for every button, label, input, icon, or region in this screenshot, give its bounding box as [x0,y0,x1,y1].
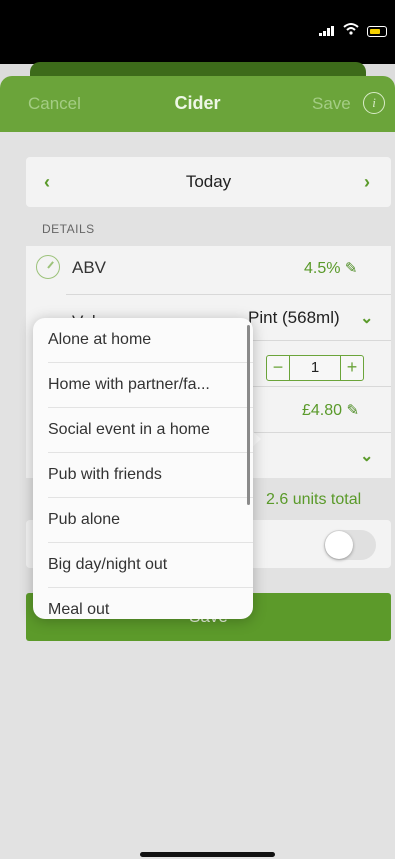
popover-scrollbar[interactable] [247,325,250,505]
pencil-icon: ✎ [344,260,358,277]
chevron-down-icon[interactable]: ⌄ [360,308,373,328]
menu-item[interactable]: Social event in a home [33,408,253,453]
menu-item[interactable]: Meal out [33,588,253,619]
save-nav-button[interactable]: Save [312,94,351,114]
pencil-icon: ✎ [346,402,360,419]
price-text: £4.80 [302,402,343,419]
toggle-knob [325,531,353,559]
volume-value[interactable]: Pint (568ml) [248,308,340,328]
details-section-header: DETAILS [42,222,95,236]
quantity-value: 1 [310,359,320,376]
increment-button[interactable]: + [340,356,363,380]
info-icon[interactable]: i [363,92,385,114]
gauge-icon [36,255,60,279]
status-time: 20:28 [28,18,69,35]
home-indicator[interactable] [140,852,275,857]
quantity-stepper: − 1 + [266,355,364,381]
abv-value-text: 4.5% [304,260,341,277]
menu-item[interactable]: Home with partner/fa... [33,363,253,408]
menu-item[interactable]: Big day/night out [33,543,253,588]
wifi-icon [343,23,359,35]
menu-item[interactable]: Pub alone [33,498,253,543]
back-to-testflight-link[interactable]: ◂ TestFlight [26,37,76,48]
location-popover-menu: Alone at home Home with partner/fa... So… [33,318,253,619]
menu-item[interactable]: Pub with friends [33,453,253,498]
toggle-switch[interactable] [324,530,376,560]
battery-icon [367,26,387,37]
date-label[interactable]: Today [26,172,391,192]
cellular-signal-icon [319,26,334,36]
row-divider [66,294,391,295]
abv-label: ABV [72,258,107,277]
units-total: 2.6 units total [266,491,362,508]
price-value[interactable]: £4.80 ✎ [302,401,359,420]
chevron-down-icon[interactable]: ⌄ [360,446,373,466]
abv-value[interactable]: 4.5% ✎ [304,259,358,278]
menu-item[interactable]: Alone at home [33,318,253,363]
decrement-button[interactable]: − [267,356,290,380]
next-day-button[interactable]: › [364,172,370,193]
